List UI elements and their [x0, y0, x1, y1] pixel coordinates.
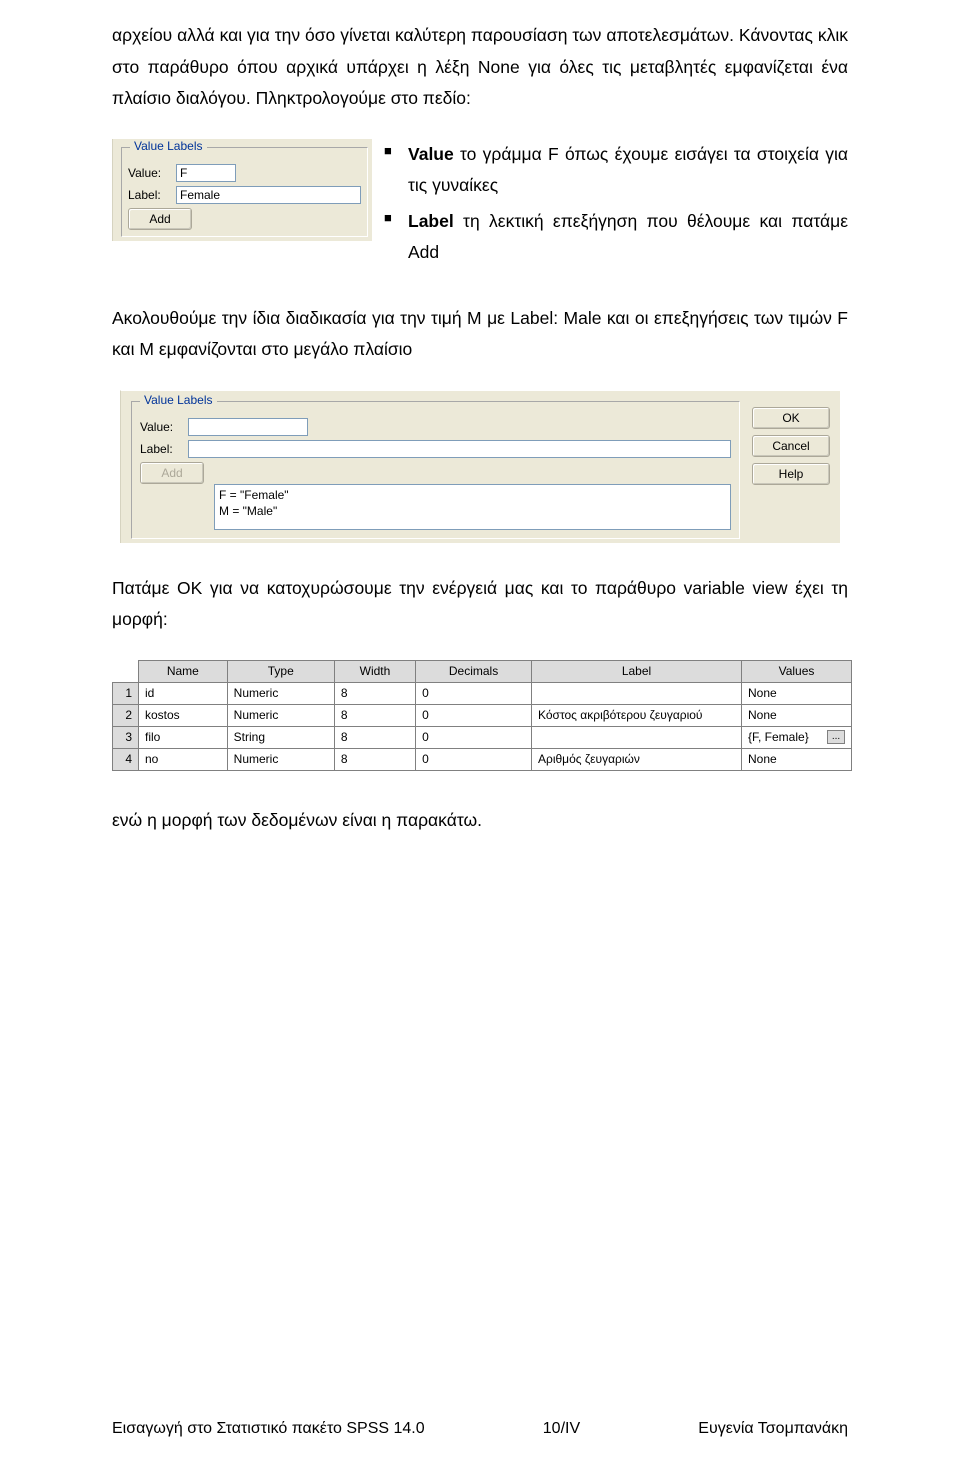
groupbox-title: Value Labels: [140, 393, 217, 407]
corner-cell: [113, 660, 139, 682]
cell-width[interactable]: 8: [334, 726, 415, 748]
col-header[interactable]: Type: [227, 660, 334, 682]
col-header[interactable]: Width: [334, 660, 415, 682]
cell-type[interactable]: Numeric: [227, 748, 334, 770]
cell-decimals[interactable]: 0: [416, 748, 532, 770]
bullet-text: Value το γράμμα F όπως έχουμε εισάγει τα…: [408, 139, 848, 202]
label-label: Label:: [140, 442, 188, 456]
cell-label[interactable]: Αριθμός ζευγαριών: [532, 748, 742, 770]
row-number[interactable]: 2: [113, 704, 139, 726]
table-row: 4 no Numeric 8 0 Αριθμός ζευγαριών None: [113, 748, 852, 770]
label-label: Label:: [128, 188, 176, 202]
ok-button[interactable]: OK: [752, 407, 830, 429]
cell-values[interactable]: None: [742, 682, 852, 704]
col-header[interactable]: Values: [742, 660, 852, 682]
list-item: F = "Female": [219, 487, 726, 503]
cell-decimals[interactable]: 0: [416, 682, 532, 704]
cell-label[interactable]: [532, 726, 742, 748]
table-row: 3 filo String 8 0 {F, Female} ...: [113, 726, 852, 748]
cell-values[interactable]: {F, Female} ...: [742, 726, 852, 748]
cancel-button[interactable]: Cancel: [752, 435, 830, 457]
variable-view-table: Name Type Width Decimals Label Values 1 …: [112, 660, 852, 771]
value-label: Value:: [128, 166, 176, 180]
footer-right: Ευγενία Τσομπανάκη: [698, 1420, 848, 1438]
paragraph-3: Πατάμε ΟΚ για να κατοχυρώσουμε την ενέργ…: [112, 573, 848, 636]
label-input[interactable]: [176, 186, 361, 204]
bullet-icon: ■: [384, 206, 408, 269]
value-labels-snippet: Value Labels Value: Label: Add: [112, 139, 372, 241]
cell-name[interactable]: kostos: [139, 704, 228, 726]
bullet-text: Label τη λεκτική επεξήγηση που θέλουμε κ…: [408, 206, 848, 269]
paragraph-2: Ακολουθούμε την ίδια διαδικασία για την …: [112, 303, 848, 366]
cell-name[interactable]: no: [139, 748, 228, 770]
value-label: Value:: [140, 420, 188, 434]
cell-decimals[interactable]: 0: [416, 704, 532, 726]
cell-label[interactable]: [532, 682, 742, 704]
footer-center: 10/IV: [543, 1420, 580, 1438]
cell-type[interactable]: Numeric: [227, 682, 334, 704]
cell-values[interactable]: None: [742, 748, 852, 770]
col-header[interactable]: Decimals: [416, 660, 532, 682]
list-item: M = "Male": [219, 503, 726, 519]
page-footer: Εισαγωγή στο Στατιστικό πακέτο SPSS 14.0…: [112, 1420, 848, 1438]
value-input[interactable]: [188, 418, 308, 436]
row-number[interactable]: 1: [113, 682, 139, 704]
table-row: 1 id Numeric 8 0 None: [113, 682, 852, 704]
footer-left: Εισαγωγή στο Στατιστικό πακέτο SPSS 14.0: [112, 1420, 425, 1438]
cell-width[interactable]: 8: [334, 682, 415, 704]
add-button[interactable]: Add: [128, 208, 192, 230]
cell-type[interactable]: Numeric: [227, 704, 334, 726]
row-number[interactable]: 3: [113, 726, 139, 748]
cell-width[interactable]: 8: [334, 704, 415, 726]
cell-decimals[interactable]: 0: [416, 726, 532, 748]
value-labels-dialog: Value Labels Value: Label: Add: [120, 390, 840, 543]
cell-name[interactable]: filo: [139, 726, 228, 748]
paragraph-4: ενώ η μορφή των δεδομένων είναι η παρακά…: [112, 805, 848, 837]
label-input[interactable]: [188, 440, 731, 458]
cell-values[interactable]: None: [742, 704, 852, 726]
bullet-icon: ■: [384, 139, 408, 202]
cell-width[interactable]: 8: [334, 748, 415, 770]
groupbox-title: Value Labels: [130, 139, 207, 153]
add-button[interactable]: Add: [140, 462, 204, 484]
col-header[interactable]: Name: [139, 660, 228, 682]
cell-type[interactable]: String: [227, 726, 334, 748]
ellipsis-button[interactable]: ...: [827, 730, 845, 744]
row-number[interactable]: 4: [113, 748, 139, 770]
help-button[interactable]: Help: [752, 463, 830, 485]
table-row: 2 kostos Numeric 8 0 Κόστος ακριβότερου …: [113, 704, 852, 726]
cell-label[interactable]: Κόστος ακριβότερου ζευγαριού: [532, 704, 742, 726]
cell-name[interactable]: id: [139, 682, 228, 704]
paragraph-1: αρχείου αλλά και για την όσο γίνεται καλ…: [112, 20, 848, 115]
col-header[interactable]: Label: [532, 660, 742, 682]
value-labels-listbox[interactable]: F = "Female" M = "Male": [214, 484, 731, 530]
value-input[interactable]: [176, 164, 236, 182]
